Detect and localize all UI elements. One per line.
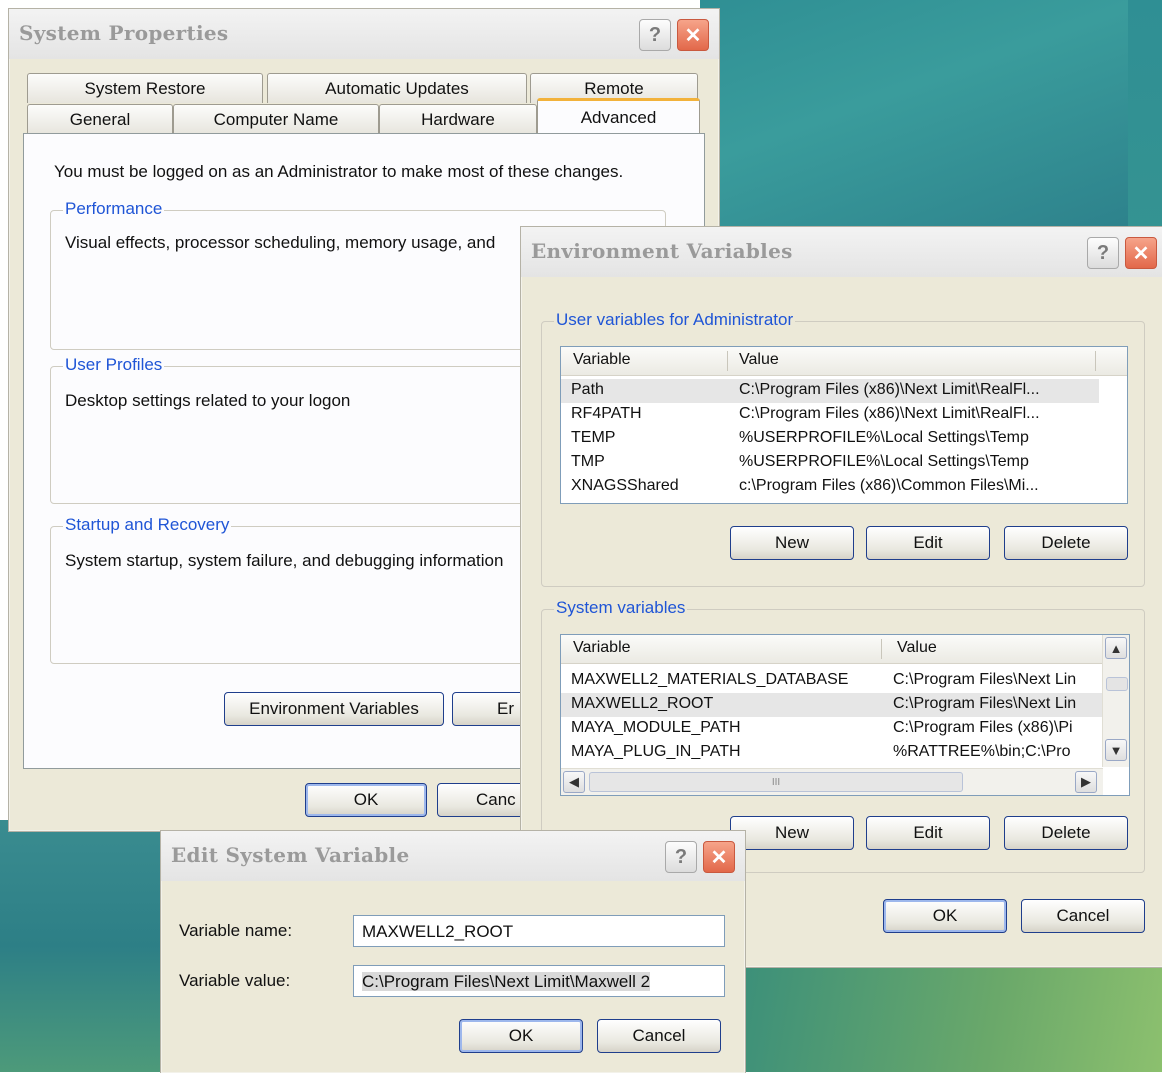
variable-name-field[interactable]: MAXWELL2_ROOT xyxy=(353,915,725,947)
tab-system-restore[interactable]: System Restore xyxy=(27,73,263,103)
column-value[interactable]: Value xyxy=(897,639,937,657)
variable-name-label: Variable name: xyxy=(179,921,293,940)
column-separator[interactable] xyxy=(1095,351,1096,371)
horizontal-scrollbar[interactable]: ◀ III ▶ xyxy=(561,768,1103,795)
column-separator[interactable] xyxy=(727,351,728,371)
system-new-button[interactable]: New xyxy=(730,816,854,850)
table-row[interactable]: Path C:\Program Files (x86)\Next Limit\R… xyxy=(561,379,1099,403)
system-properties-titlebar[interactable]: System Properties ? ✕ xyxy=(9,9,719,59)
variable-value: c:\Program Files (x86)\Common Files\Mi..… xyxy=(739,477,1039,494)
tab-computer-name[interactable]: Computer Name xyxy=(173,104,379,134)
system-variables-legend: System variables xyxy=(554,598,688,618)
scroll-right-icon[interactable]: ▶ xyxy=(1075,771,1097,793)
table-row[interactable]: XNAGSShared c:\Program Files (x86)\Commo… xyxy=(561,475,1099,499)
variable-value: %RATTREE%\bin;C:\Pro xyxy=(893,743,1071,760)
performance-description: Visual effects, processor scheduling, me… xyxy=(65,233,496,252)
variable-value: C:\Program Files\Next Lin xyxy=(893,695,1077,712)
ok-button[interactable]: OK xyxy=(305,783,427,817)
environment-variables-button[interactable]: Environment Variables xyxy=(224,692,444,726)
scroll-left-icon[interactable]: ◀ xyxy=(563,771,585,793)
ok-button[interactable]: OK xyxy=(459,1019,583,1053)
variable-value-text: C:\Program Files\Next Limit\Maxwell 2 xyxy=(362,972,651,991)
wallpaper-top-right xyxy=(700,0,1162,240)
vertical-scrollbar[interactable]: ▲ ▼ xyxy=(1102,635,1129,767)
system-variables-list[interactable]: Variable Value MAXWELL2_MATERIALS_DATABA… xyxy=(560,634,1130,796)
help-icon[interactable]: ? xyxy=(665,841,697,873)
user-profiles-description: Desktop settings related to your logon xyxy=(65,391,351,410)
variable-name: MAYA_MODULE_PATH xyxy=(571,719,741,736)
table-row[interactable]: RF4PATH C:\Program Files (x86)\Next Limi… xyxy=(561,403,1099,427)
tab-hardware[interactable]: Hardware xyxy=(379,104,537,134)
scroll-up-icon[interactable]: ▲ xyxy=(1105,637,1127,659)
system-delete-button[interactable]: Delete xyxy=(1004,816,1128,850)
help-icon[interactable]: ? xyxy=(1087,237,1119,269)
variable-value-field[interactable]: C:\Program Files\Next Limit\Maxwell 2 xyxy=(353,965,725,997)
ok-button[interactable]: OK xyxy=(883,899,1007,933)
variable-value-label: Variable value: xyxy=(179,971,291,990)
variable-name: TMP xyxy=(571,453,605,470)
startup-recovery-legend: Startup and Recovery xyxy=(63,515,232,535)
list-header: Variable Value xyxy=(561,347,1127,376)
user-profiles-legend: User Profiles xyxy=(63,355,165,375)
window-title: System Properties xyxy=(19,21,229,45)
user-variables-list[interactable]: Variable Value Path C:\Program Files (x8… xyxy=(560,346,1128,504)
table-row[interactable]: MAYA_MODULE_PATH C:\Program Files (x86)\… xyxy=(561,717,1103,741)
variable-name: MAXWELL2_MATERIALS_DATABASE xyxy=(571,671,849,688)
variable-name: Path xyxy=(571,381,604,398)
cancel-button[interactable]: Cancel xyxy=(1021,899,1145,933)
close-icon[interactable]: ✕ xyxy=(703,841,735,873)
performance-legend: Performance xyxy=(63,199,165,219)
list-header: Variable Value xyxy=(561,635,1103,664)
system-edit-button[interactable]: Edit xyxy=(866,816,990,850)
variable-name: MAYA_PLUG_IN_PATH xyxy=(571,743,741,760)
column-variable[interactable]: Variable xyxy=(573,351,631,369)
user-delete-button[interactable]: Delete xyxy=(1004,526,1128,560)
table-row[interactable]: MAXWELL2_MATERIALS_DATABASE C:\Program F… xyxy=(561,669,1103,693)
variable-name: MAXWELL2_ROOT xyxy=(571,695,714,712)
wallpaper-bottom-left xyxy=(0,820,170,1072)
user-variables-group: User variables for Administrator Variabl… xyxy=(541,310,1145,587)
help-icon[interactable]: ? xyxy=(639,19,671,51)
user-new-button[interactable]: New xyxy=(730,526,854,560)
column-value[interactable]: Value xyxy=(739,351,779,369)
variable-value: C:\Program Files (x86)\Next Limit\RealFl… xyxy=(739,381,1040,398)
variable-name: XNAGSShared xyxy=(571,477,679,494)
startup-recovery-description: System startup, system failure, and debu… xyxy=(65,551,504,570)
user-edit-button[interactable]: Edit xyxy=(866,526,990,560)
environment-variables-titlebar[interactable]: Environment Variables ? ✕ xyxy=(521,227,1162,277)
close-icon[interactable]: ✕ xyxy=(1125,237,1157,269)
edit-system-variable-titlebar[interactable]: Edit System Variable ? ✕ xyxy=(161,831,745,881)
scroll-down-icon[interactable]: ▼ xyxy=(1105,739,1127,761)
scroll-thumb-grip: III xyxy=(771,776,781,788)
column-separator[interactable] xyxy=(881,639,882,659)
table-row[interactable]: MAYA_PLUG_IN_PATH %RATTREE%\bin;C:\Pro xyxy=(561,741,1103,761)
window-title: Edit System Variable xyxy=(171,843,410,867)
user-variables-legend: User variables for Administrator xyxy=(554,310,796,330)
tab-automatic-updates[interactable]: Automatic Updates xyxy=(267,73,527,103)
variable-value: C:\Program Files (x86)\Next Limit\RealFl… xyxy=(739,405,1040,422)
variable-value: %USERPROFILE%\Local Settings\Temp xyxy=(739,453,1029,470)
table-row[interactable]: TMP %USERPROFILE%\Local Settings\Temp xyxy=(561,451,1099,475)
variable-name-text: MAXWELL2_ROOT xyxy=(362,922,514,941)
variable-name: RF4PATH xyxy=(571,405,642,422)
window-title: Environment Variables xyxy=(531,239,793,263)
variable-value: C:\Program Files\Next Lin xyxy=(893,671,1077,688)
table-row[interactable]: TEMP %USERPROFILE%\Local Settings\Temp xyxy=(561,427,1099,451)
table-row[interactable]: MAXWELL2_ROOT C:\Program Files\Next Lin xyxy=(561,693,1103,717)
edit-system-variable-window: Edit System Variable ? ✕ Variable name: … xyxy=(160,830,746,1073)
scroll-thumb[interactable] xyxy=(1106,677,1128,691)
tab-general[interactable]: General xyxy=(27,104,173,134)
tab-advanced[interactable]: Advanced xyxy=(537,98,700,134)
variable-name: TEMP xyxy=(571,429,616,446)
variable-value: %USERPROFILE%\Local Settings\Temp xyxy=(739,429,1029,446)
variable-value: C:\Program Files (x86)\Pi xyxy=(893,719,1073,736)
cancel-button[interactable]: Cancel xyxy=(597,1019,721,1053)
admin-notice: You must be logged on as an Administrato… xyxy=(54,162,624,181)
column-variable[interactable]: Variable xyxy=(573,639,631,657)
horizontal-scroll-thumb[interactable]: III xyxy=(589,772,963,792)
close-icon[interactable]: ✕ xyxy=(677,19,709,51)
